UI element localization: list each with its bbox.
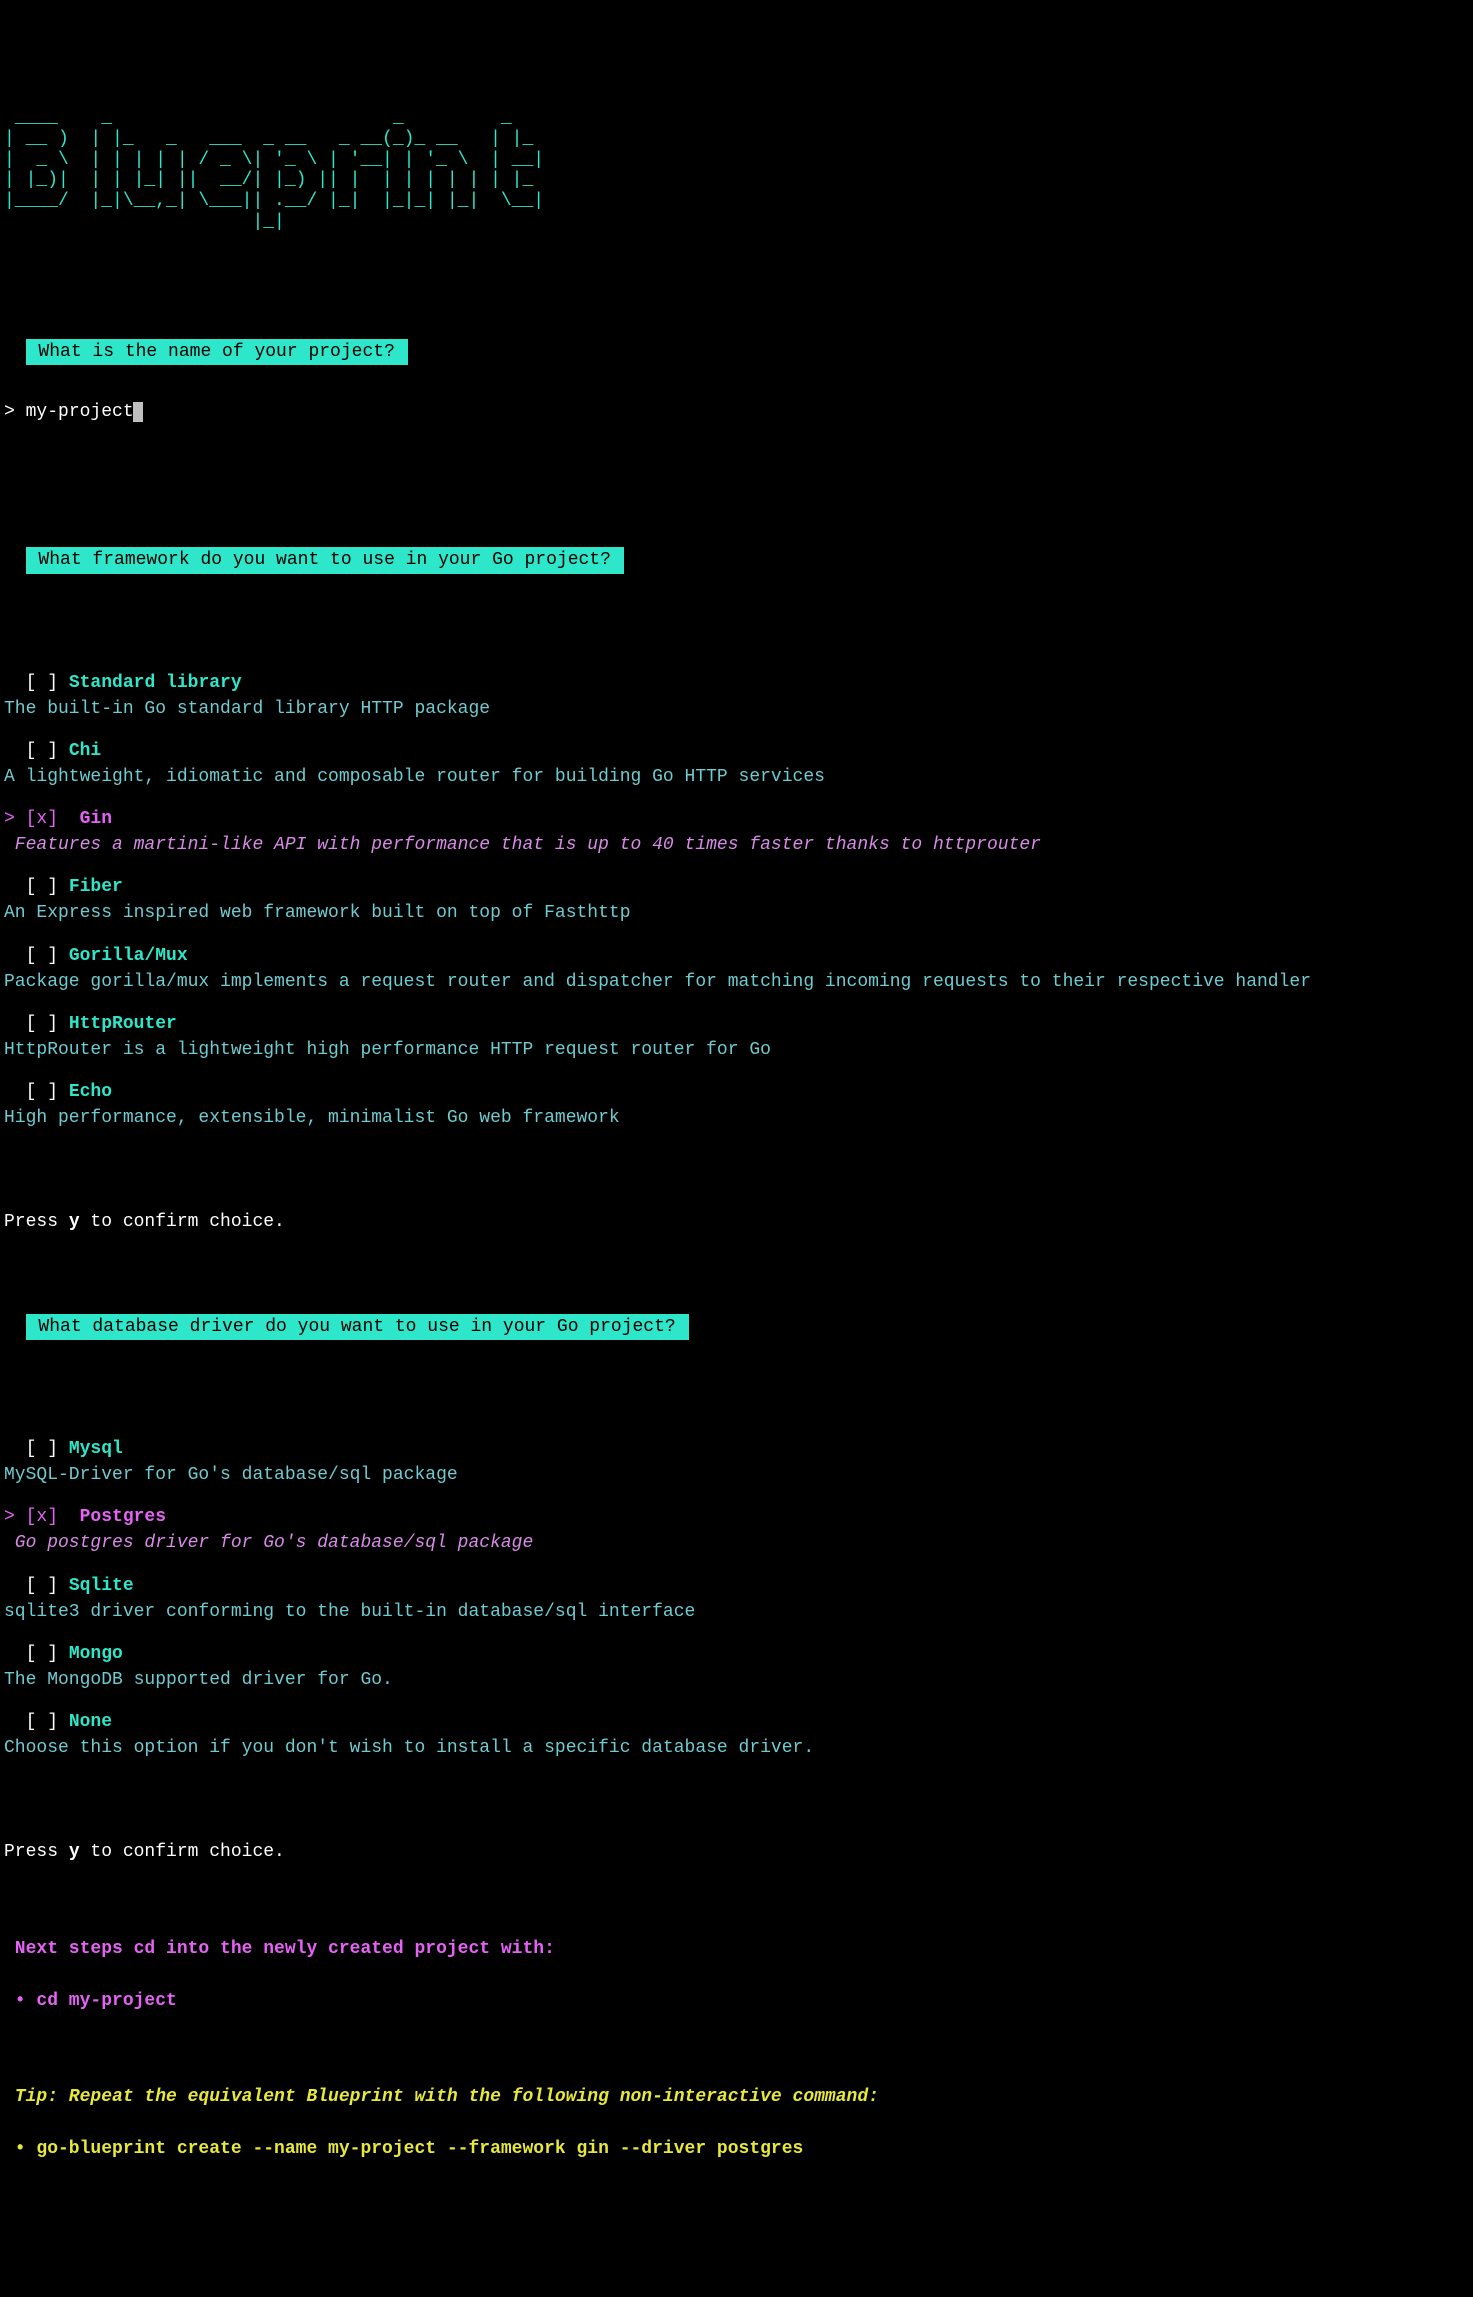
option-name: Gorilla/Mux — [69, 946, 188, 966]
q1-header: What is the name of your project? — [26, 339, 408, 365]
selector-caret-icon: > — [4, 1507, 26, 1527]
question-database: What database driver do you want to use … — [4, 1288, 1469, 1788]
option-description: Go postgres driver for Go's database/sql… — [4, 1530, 1469, 1556]
confirm-database: Press y to confirm choice. — [4, 1839, 1469, 1865]
prompt-caret: > — [4, 402, 26, 422]
checkbox-checked-icon: [x] — [26, 809, 58, 829]
option-name: None — [69, 1712, 112, 1732]
option-description: An Express inspired web framework built … — [4, 900, 1469, 926]
checkbox-empty-icon: [ ] — [26, 741, 58, 761]
database-option[interactable]: [ ] None Choose this option if you don't … — [4, 1709, 1469, 1761]
selector-caret-icon: > — [4, 809, 26, 829]
tip-title: Tip: Repeat the equivalent Blueprint wit… — [4, 2084, 1469, 2110]
database-option[interactable]: > [x] Postgres Go postgres driver for Go… — [4, 1504, 1469, 1556]
project-name-value: my-project — [26, 402, 134, 422]
framework-option[interactable]: [ ] Fiber An Express inspired web framewo… — [4, 874, 1469, 926]
option-name: Chi — [69, 741, 101, 761]
checkbox-empty-icon: [ ] — [26, 1439, 58, 1459]
option-name: Fiber — [69, 877, 123, 897]
option-description: Choose this option if you don't wish to … — [4, 1735, 1469, 1761]
question-framework: What framework do you want to use in you… — [4, 521, 1469, 1157]
option-name: Postgres — [80, 1507, 166, 1527]
option-description: HttpRouter is a lightweight high perform… — [4, 1037, 1469, 1063]
checkbox-empty-icon: [ ] — [26, 1082, 58, 1102]
database-option[interactable]: [ ] Mysql MySQL-Driver for Go's database/… — [4, 1436, 1469, 1488]
next-steps-cmd: • cd my-project — [4, 1988, 1469, 2014]
option-description: MySQL-Driver for Go's database/sql packa… — [4, 1462, 1469, 1488]
option-description: Package gorilla/mux implements a request… — [4, 969, 1469, 995]
option-name: Echo — [69, 1082, 112, 1102]
cursor-icon — [133, 402, 143, 422]
confirm-framework: Press y to confirm choice. — [4, 1209, 1469, 1235]
question-project-name: What is the name of your project? > my-p… — [4, 313, 1469, 469]
checkbox-empty-icon: [ ] — [26, 673, 58, 693]
framework-option[interactable]: [ ] HttpRouter HttpRouter is a lightweigh… — [4, 1011, 1469, 1063]
option-description: A lightweight, idiomatic and composable … — [4, 764, 1469, 790]
checkbox-empty-icon: [ ] — [26, 1576, 58, 1596]
framework-option[interactable]: [ ] Standard library The built-in Go stan… — [4, 670, 1469, 722]
option-description: The built-in Go standard library HTTP pa… — [4, 696, 1469, 722]
project-name-input-line[interactable]: > my-project — [4, 399, 1469, 425]
tip-cmd: • go-blueprint create --name my-project … — [4, 2136, 1469, 2162]
checkbox-empty-icon: [ ] — [26, 1712, 58, 1732]
database-option[interactable]: [ ] Sqlite sqlite3 driver conforming to t… — [4, 1573, 1469, 1625]
q2-header: What framework do you want to use in you… — [26, 547, 624, 573]
framework-option[interactable]: [ ] Echo High performance, extensible, mi… — [4, 1079, 1469, 1131]
option-description: Features a martini-like API with perform… — [4, 832, 1469, 858]
option-name: Sqlite — [69, 1576, 134, 1596]
checkbox-checked-icon: [x] — [26, 1507, 58, 1527]
option-name: HttpRouter — [69, 1014, 177, 1034]
next-steps-title: Next steps cd into the newly created pro… — [4, 1936, 1469, 1962]
option-description: The MongoDB supported driver for Go. — [4, 1667, 1469, 1693]
blueprint-logo: ____ _ _ _ | __ ) | |_ _ ___ _ __ _ __(_… — [4, 108, 1469, 232]
checkbox-empty-icon: [ ] — [26, 877, 58, 897]
option-name: Mysql — [69, 1439, 123, 1459]
option-name: Gin — [80, 809, 112, 829]
framework-option[interactable]: [ ] Chi A lightweight, idiomatic and comp… — [4, 738, 1469, 790]
option-name: Standard library — [69, 673, 242, 693]
framework-option[interactable]: [ ] Gorilla/Mux Package gorilla/mux imple… — [4, 943, 1469, 995]
checkbox-empty-icon: [ ] — [26, 1014, 58, 1034]
checkbox-empty-icon: [ ] — [26, 946, 58, 966]
q3-header: What database driver do you want to use … — [26, 1314, 689, 1340]
option-description: sqlite3 driver conforming to the built-i… — [4, 1599, 1469, 1625]
database-option[interactable]: [ ] MongoThe MongoDB supported driver fo… — [4, 1641, 1469, 1693]
framework-option[interactable]: > [x] Gin Features a martini-like API wi… — [4, 806, 1469, 858]
option-description: High performance, extensible, minimalist… — [4, 1105, 1469, 1131]
